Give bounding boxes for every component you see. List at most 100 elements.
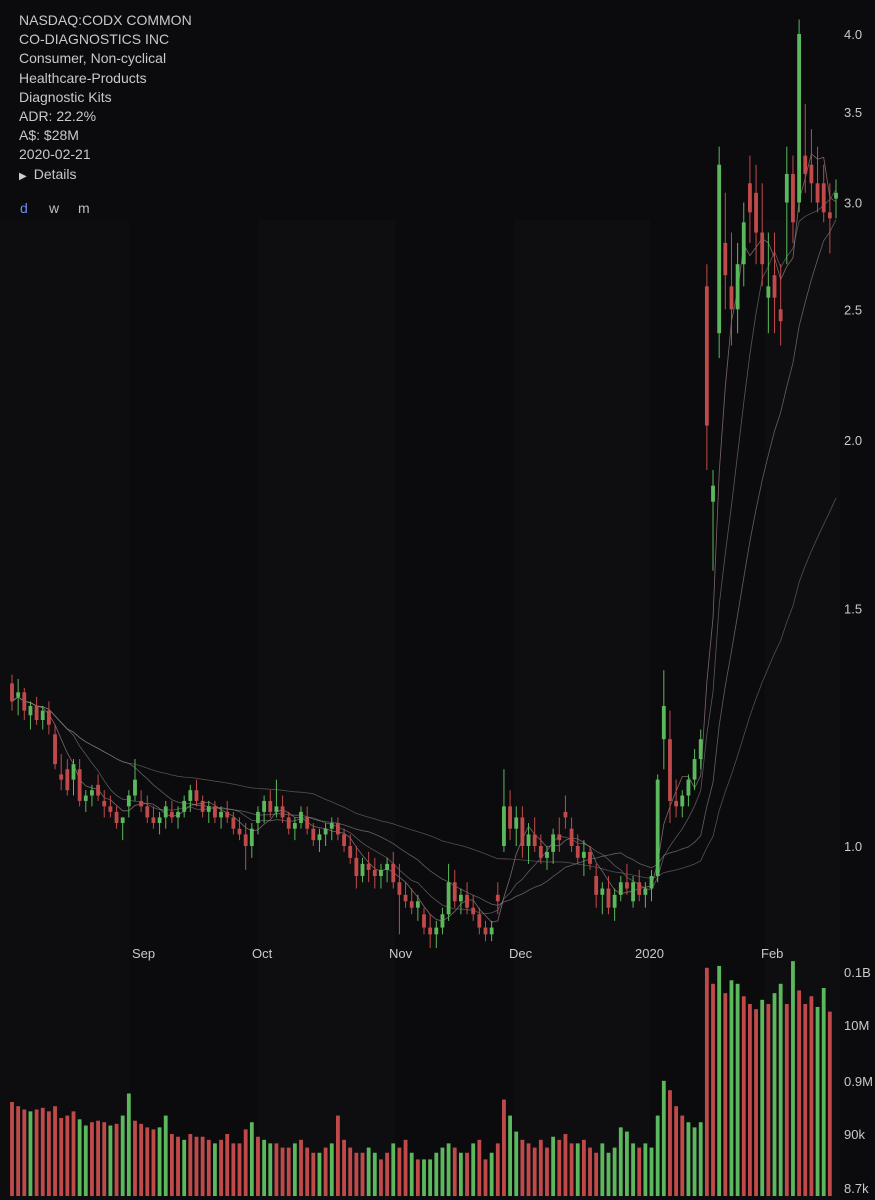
candle-body <box>379 869 383 877</box>
market-cap-label: A$: $28M <box>19 127 79 144</box>
candle-body <box>471 907 476 915</box>
volume-bar <box>827 1011 832 1196</box>
timeframe-monthly[interactable]: m <box>78 200 107 216</box>
volume-bar <box>723 993 728 1196</box>
date-label: 2020-02-21 <box>19 146 91 163</box>
volume-bar <box>163 1115 168 1196</box>
candle-body <box>299 811 303 824</box>
candle-body <box>452 882 457 902</box>
volume-bar <box>71 1111 76 1196</box>
candle-body <box>256 811 260 824</box>
candle-body <box>415 901 420 908</box>
time-tick-label: 2020 <box>635 946 664 961</box>
candle-body <box>545 851 549 858</box>
volume-bar <box>360 1152 365 1196</box>
symbol-info-panel: NASDAQ:CODX COMMON CO-DIAGNOSTICS INC Co… <box>19 11 192 186</box>
timeframe-selector: dwm <box>20 200 107 216</box>
candle-body <box>618 882 623 895</box>
adr-label: ADR: 22.2% <box>19 108 97 125</box>
candle-body <box>219 811 223 818</box>
volume-tick-label: 0.9M <box>844 1074 873 1089</box>
volume-bar <box>532 1147 537 1196</box>
volume-bar <box>274 1143 279 1196</box>
candle-body <box>581 851 586 858</box>
candle-body <box>594 876 599 895</box>
candle-body <box>563 811 568 818</box>
time-tick-label: Oct <box>252 946 273 961</box>
candle-body <box>274 806 279 812</box>
volume-bar <box>280 1147 285 1196</box>
volume-bar <box>96 1120 100 1196</box>
candle-body <box>422 914 426 928</box>
volume-bar <box>649 1147 654 1196</box>
volume-bar <box>403 1139 408 1196</box>
volume-bar <box>514 1131 519 1196</box>
volume-bar <box>631 1143 635 1196</box>
candle-body <box>133 779 137 796</box>
details-toggle[interactable]: ▶ Details <box>19 165 192 186</box>
candle-body <box>588 851 592 864</box>
timeframe-daily[interactable]: d <box>20 200 49 216</box>
volume-bar <box>354 1152 359 1196</box>
candle-body <box>704 286 709 426</box>
candle-body <box>366 863 371 870</box>
candle-body <box>225 811 230 818</box>
volume-bar <box>668 1090 672 1196</box>
price-tick-label: 1.5 <box>844 602 862 617</box>
candle-body <box>797 34 802 203</box>
candle-body <box>655 779 660 877</box>
candle-body <box>169 811 174 818</box>
volume-bar <box>397 1147 402 1196</box>
price-tick-label: 4.0 <box>844 27 862 42</box>
volume-bar <box>422 1159 426 1196</box>
volume-bar <box>483 1159 488 1196</box>
volume-bar <box>372 1152 377 1196</box>
volume-bar <box>711 983 715 1196</box>
candle-body <box>661 705 666 740</box>
company-name: CO-DIAGNOSTICS INC <box>19 31 170 48</box>
candle-body <box>231 817 236 829</box>
volume-bar <box>379 1159 383 1196</box>
volume-bar <box>299 1139 303 1196</box>
candle-body <box>292 823 297 829</box>
candle-body <box>391 863 396 883</box>
volume-bar <box>741 996 746 1196</box>
volume-bar <box>176 1136 180 1196</box>
candle-body <box>329 823 334 829</box>
volume-bar <box>249 1122 254 1196</box>
candle-body <box>754 192 758 233</box>
ticker-label: NASDAQ:CODX COMMON <box>19 12 192 28</box>
candle-body <box>483 927 488 935</box>
volume-bar <box>391 1143 396 1196</box>
candle-body <box>428 927 433 935</box>
volume-bar <box>803 1004 808 1196</box>
candle-body <box>22 692 27 711</box>
volume-bar <box>692 1127 697 1196</box>
volume-bar <box>729 980 734 1196</box>
candle-body <box>96 784 100 796</box>
volume-bar <box>452 1147 457 1196</box>
volume-bar <box>83 1125 88 1196</box>
month-band <box>0 220 130 1200</box>
timeframe-weekly[interactable]: w <box>49 200 78 216</box>
volume-bar <box>606 1152 611 1196</box>
candle-body <box>557 834 562 841</box>
volume-bar <box>90 1122 94 1196</box>
candle-body <box>637 882 642 895</box>
candle-body <box>692 759 697 780</box>
volume-bar <box>385 1152 390 1196</box>
candle-body <box>65 769 70 791</box>
volume-bar <box>108 1125 113 1196</box>
volume-bar <box>458 1152 463 1196</box>
volume-bar <box>538 1139 543 1196</box>
candle-body <box>502 806 506 846</box>
volume-bar <box>446 1143 451 1196</box>
candle-body <box>446 882 451 915</box>
candle-body <box>748 183 752 213</box>
candle-body <box>176 811 180 818</box>
volume-bar <box>428 1159 433 1196</box>
volume-bar <box>77 1119 82 1196</box>
candle-body <box>108 806 113 812</box>
volume-bar <box>674 1106 679 1196</box>
volume-bar <box>600 1143 605 1196</box>
